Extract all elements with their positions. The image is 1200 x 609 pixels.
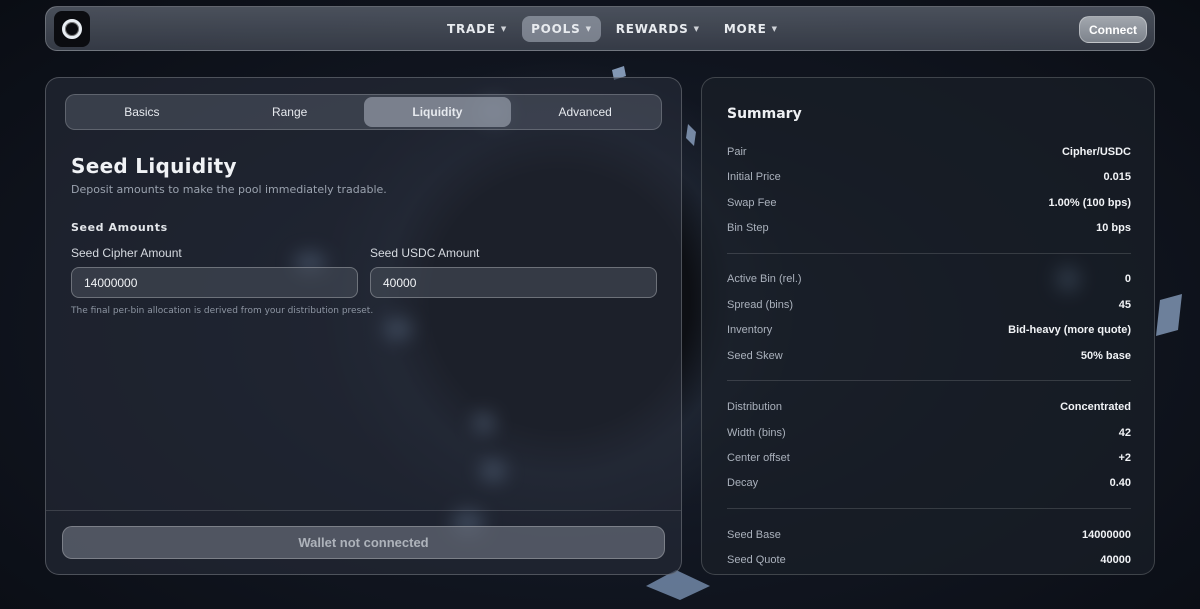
summary-row-seed-quote: Seed Quote 40000	[727, 552, 1131, 568]
nav-item-label: REWARDS	[615, 22, 689, 36]
seed-quote-label: Seed USDC Amount	[370, 246, 480, 260]
summary-value: 14000000	[1082, 529, 1131, 541]
nav-menu: TRADE ▼ POOLS ▼ REWARDS ▼ MORE ▼	[438, 16, 787, 42]
step-tabs: Basics Range Liquidity Advanced	[65, 94, 662, 130]
section-description: Deposit amounts to make the pool immedia…	[71, 183, 387, 196]
footer-divider	[46, 510, 681, 511]
tab-advanced[interactable]: Advanced	[511, 97, 659, 127]
summary-value: Cipher/USDC	[1061, 146, 1131, 158]
caret-down-icon: ▼	[771, 25, 778, 33]
tab-basics[interactable]: Basics	[68, 97, 216, 127]
summary-row-distribution: Distribution Concentrated	[727, 399, 1131, 415]
summary-label: Active Bin (rel.)	[727, 273, 802, 285]
seed-base-label: Seed Cipher Amount	[71, 246, 182, 260]
caret-down-icon: ▼	[500, 25, 508, 33]
summary-value: 40000	[1100, 554, 1131, 566]
summary-row-width: Width (bins) 42	[727, 425, 1131, 441]
summary-value: 0	[1124, 273, 1131, 285]
nav-item-label: POOLS	[531, 22, 581, 36]
summary-label: Decay	[727, 477, 759, 489]
summary-label: Seed Base	[727, 529, 781, 541]
summary-row-seed-skew: Seed Skew 50% base	[727, 348, 1131, 364]
top-navbar: TRADE ▼ POOLS ▼ REWARDS ▼ MORE ▼ Connect	[45, 6, 1155, 51]
tab-liquidity[interactable]: Liquidity	[363, 97, 512, 127]
summary-value: 1.00% (100 bps)	[1048, 197, 1131, 209]
summary-label: Distribution	[727, 401, 783, 413]
summary-label: Bin Step	[727, 222, 769, 234]
summary-divider	[727, 253, 1131, 254]
summary-row-bin-step: Bin Step 10 bps	[727, 220, 1131, 236]
summary-value: 0.015	[1103, 171, 1131, 183]
summary-value: +2	[1118, 452, 1131, 464]
seed-quote-input[interactable]	[370, 267, 657, 298]
logo-ring-icon	[62, 19, 82, 39]
tab-range[interactable]: Range	[216, 97, 364, 127]
summary-row-spread: Spread (bins) 45	[727, 297, 1131, 313]
summary-label: Width (bins)	[727, 427, 786, 439]
summary-value: 0.40	[1109, 477, 1131, 489]
summary-panel: Summary Pair Cipher/USDC Initial Price 0…	[701, 77, 1155, 575]
caret-down-icon: ▼	[585, 25, 592, 33]
summary-value: Concentrated	[1060, 401, 1131, 413]
summary-label: Seed Skew	[727, 350, 783, 362]
nav-item-pools[interactable]: POOLS ▼	[522, 16, 601, 42]
summary-value: 42	[1118, 427, 1131, 439]
summary-row-inventory: Inventory Bid-heavy (more quote)	[727, 322, 1131, 338]
nav-item-label: TRADE	[447, 22, 496, 36]
summary-row-seed-base: Seed Base 14000000	[727, 527, 1131, 543]
summary-value: 50% base	[1080, 350, 1131, 362]
summary-divider	[727, 508, 1131, 509]
nav-item-rewards[interactable]: REWARDS ▼	[607, 16, 709, 42]
summary-row-initial-price: Initial Price 0.015	[727, 169, 1131, 185]
summary-title: Summary	[727, 106, 802, 122]
seed-amounts-heading: Seed Amounts	[71, 221, 168, 234]
caret-down-icon: ▼	[693, 25, 700, 33]
summary-label: Pair	[727, 146, 747, 158]
summary-label: Seed Quote	[727, 554, 786, 566]
summary-value: Bid-heavy (more quote)	[1008, 324, 1131, 336]
create-pool-panel: Basics Range Liquidity Advanced Seed Liq…	[45, 77, 682, 575]
summary-row-active-bin: Active Bin (rel.) 0	[727, 271, 1131, 287]
summary-row-decay: Decay 0.40	[727, 475, 1131, 491]
summary-label: Spread (bins)	[727, 299, 794, 311]
nav-item-more[interactable]: MORE ▼	[715, 16, 787, 42]
summary-label: Swap Fee	[727, 197, 777, 209]
summary-row-pair: Pair Cipher/USDC	[727, 144, 1131, 160]
allocation-hint: The final per-bin allocation is derived …	[71, 306, 374, 316]
seed-base-input[interactable]	[71, 267, 358, 298]
summary-row-swap-fee: Swap Fee 1.00% (100 bps)	[727, 195, 1131, 211]
summary-value: 10 bps	[1096, 222, 1131, 234]
summary-value: 45	[1118, 299, 1131, 311]
nav-item-label: MORE	[723, 22, 767, 36]
summary-label: Inventory	[727, 324, 773, 336]
nav-item-trade[interactable]: TRADE ▼	[438, 16, 516, 42]
wallet-not-connected-button[interactable]: Wallet not connected	[62, 526, 665, 559]
logo[interactable]	[54, 11, 90, 47]
summary-divider	[727, 380, 1131, 381]
summary-label: Center offset	[727, 452, 790, 464]
section-title: Seed Liquidity	[71, 154, 237, 178]
summary-row-center-offset: Center offset +2	[727, 450, 1131, 466]
summary-label: Initial Price	[727, 171, 781, 183]
connect-button[interactable]: Connect	[1079, 16, 1147, 43]
